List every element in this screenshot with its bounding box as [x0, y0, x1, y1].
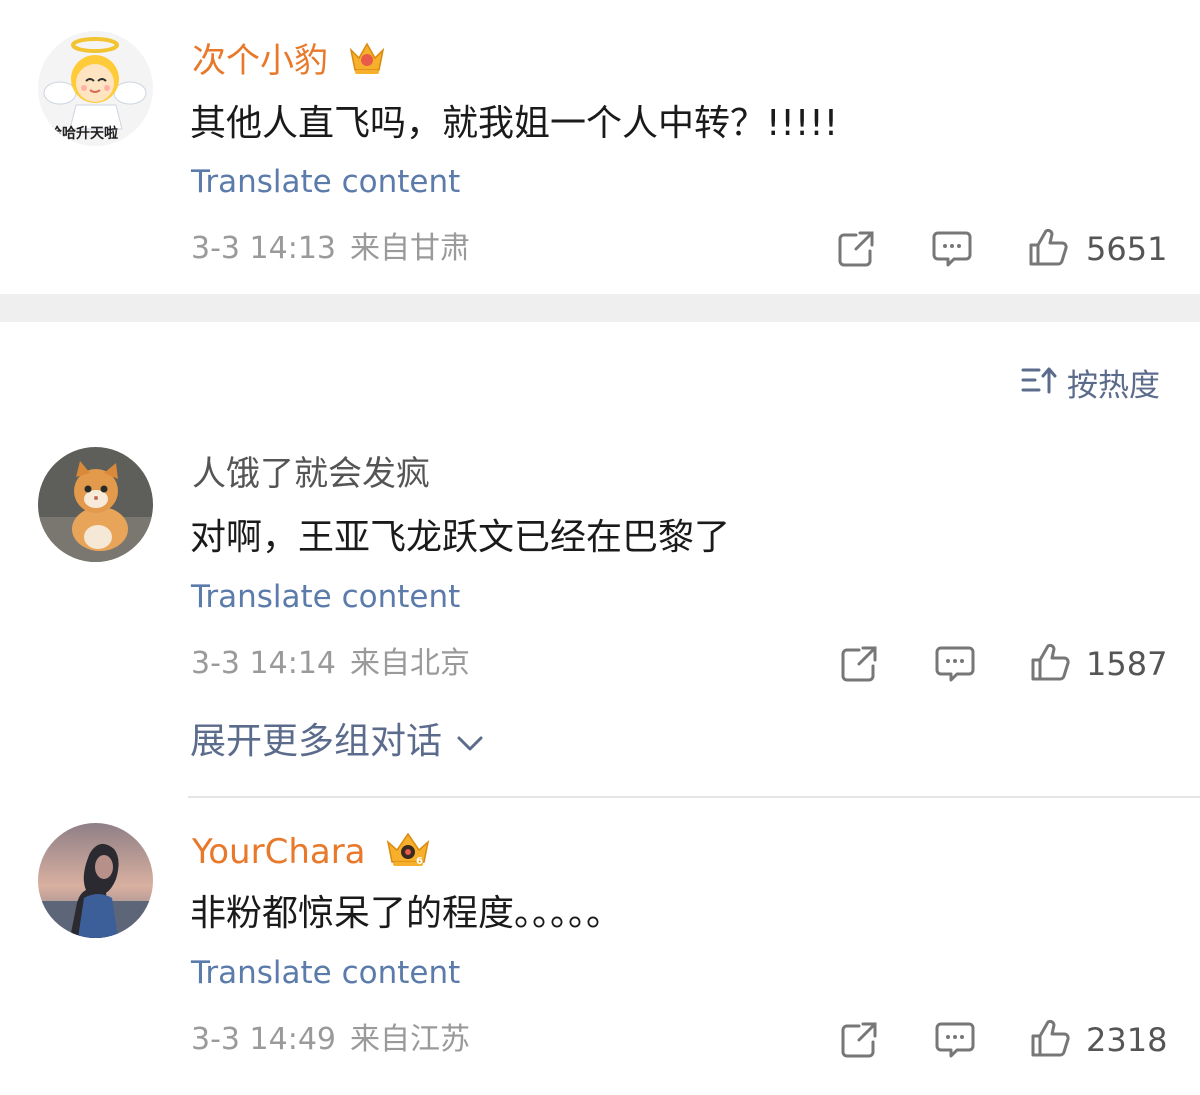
chevron-down-icon	[456, 720, 484, 764]
comment-time: 3-3 14:14	[191, 646, 336, 681]
username-text: YourChara	[192, 832, 366, 872]
like-icon[interactable]	[1030, 1018, 1074, 1058]
comment-icon[interactable]	[930, 229, 974, 269]
comment-meta: 3-3 14:49 来自江苏	[191, 1022, 470, 1058]
translate-link[interactable]: Translate content	[191, 579, 460, 615]
translate-link[interactable]: Translate content	[191, 164, 460, 200]
sort-button[interactable]: 按热度	[1021, 362, 1160, 404]
translate-link[interactable]: Translate content	[191, 955, 460, 991]
avatar[interactable]	[38, 447, 153, 562]
username[interactable]: 次个小豹	[192, 40, 387, 85]
like-icon[interactable]	[1028, 227, 1072, 267]
comment-item: 哈哈升天啦 次个小豹 其他人直飞吗，就我姐一个人中转？!!!!! Transla…	[0, 0, 1200, 294]
share-icon[interactable]	[839, 644, 883, 684]
expand-more-button[interactable]: 展开更多组对话	[190, 720, 484, 764]
sort-icon	[1021, 364, 1057, 400]
avatar[interactable]	[38, 823, 153, 938]
divider	[188, 796, 1200, 798]
like-icon[interactable]	[1030, 642, 1074, 682]
like-count: 5651	[1086, 230, 1168, 268]
section-divider	[0, 294, 1200, 322]
comment-meta: 3-3 14:14 来自北京	[191, 646, 470, 682]
comment-text: 其他人直飞吗，就我姐一个人中转？!!!!!	[190, 103, 839, 144]
comment-meta: 3-3 14:13 来自甘肃	[191, 231, 470, 267]
comment-icon[interactable]	[933, 1020, 977, 1060]
share-icon[interactable]	[836, 229, 880, 269]
comment-icon[interactable]	[933, 644, 977, 684]
comment-location: 来自甘肃	[350, 231, 470, 266]
comment-location: 来自北京	[350, 646, 470, 681]
comment-text: 对啊，王亚飞龙跃文已经在巴黎了	[190, 517, 731, 558]
username[interactable]: 人饿了就会发疯	[192, 454, 430, 494]
comment-location: 来自江苏	[350, 1022, 470, 1057]
sort-label: 按热度	[1067, 367, 1160, 404]
crown-icon: 6	[384, 830, 432, 877]
crown-level: 6	[416, 856, 423, 867]
share-icon[interactable]	[839, 1020, 883, 1060]
avatar[interactable]: 哈哈升天啦	[38, 31, 153, 146]
username-text: 次个小豹	[192, 41, 328, 81]
comment-time: 3-3 14:49	[191, 1022, 336, 1057]
username[interactable]: YourChara 6	[192, 830, 432, 877]
expand-more-label: 展开更多组对话	[190, 721, 443, 762]
like-count: 2318	[1086, 1021, 1168, 1059]
like-count: 1587	[1086, 645, 1168, 683]
comment-time: 3-3 14:13	[191, 231, 336, 266]
comment-text: 非粉都惊呆了的程度。。。。。	[190, 893, 623, 934]
avatar-caption: 哈哈升天啦	[48, 126, 118, 142]
crown-icon	[347, 40, 387, 85]
